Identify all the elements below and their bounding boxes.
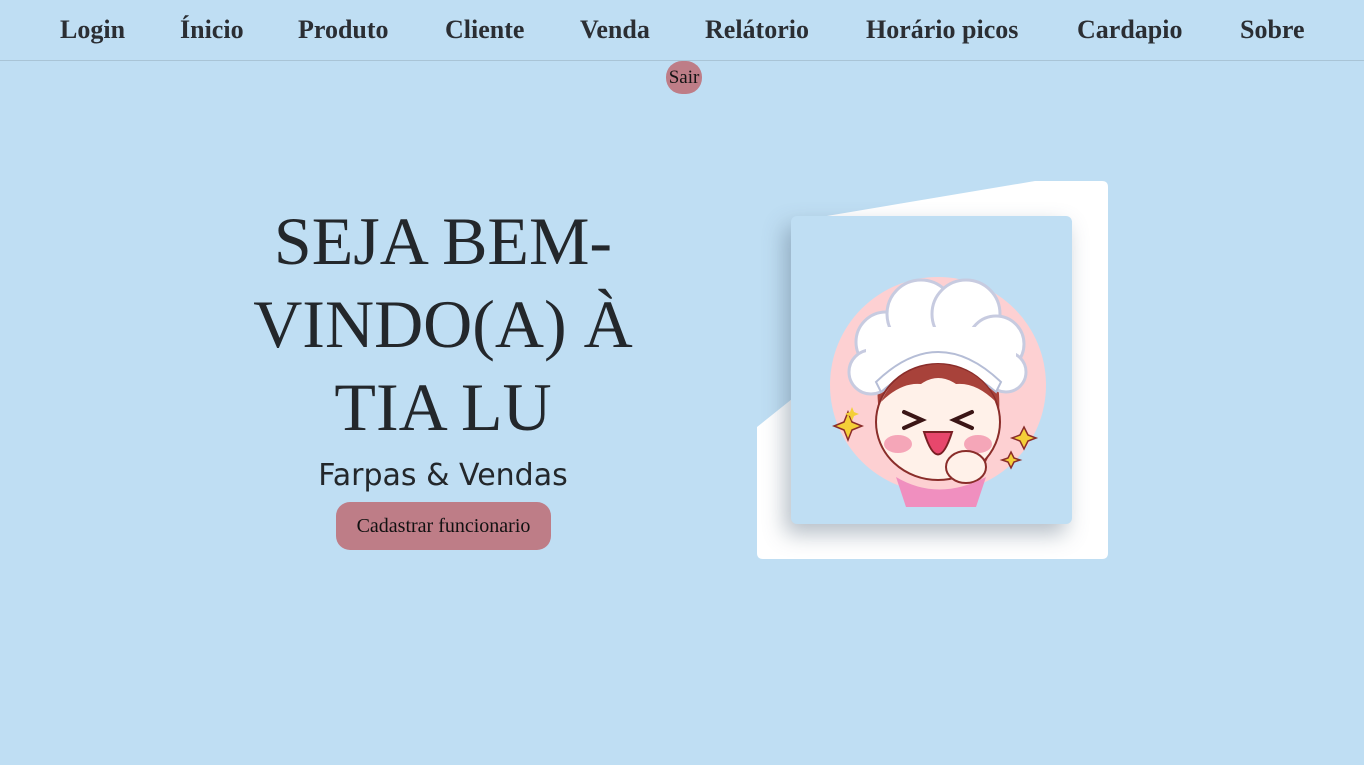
chef-mascot-icon [830,277,1046,507]
nav-login[interactable]: Login [60,14,125,46]
nav-cardapio[interactable]: Cardapio [1077,14,1182,46]
register-employee-button[interactable]: Cadastrar funcionario [336,502,551,550]
nav-cliente[interactable]: Cliente [445,14,524,46]
logout-button[interactable]: Sair [666,61,702,94]
nav-inicio[interactable]: Ínicio [180,14,244,46]
hero-subtitle: Farpas & Vendas [318,458,568,493]
nav-sobre[interactable]: Sobre [1240,14,1305,46]
nav-relatorio[interactable]: Relátorio [705,14,809,46]
welcome-title: SEJA BEM-VINDO(A) À TIA LU [253,203,633,445]
nav-horario-picos[interactable]: Horário picos [866,14,1018,46]
nav-venda[interactable]: Venda [580,14,650,46]
top-navigation: Login Ínicio Produto Cliente Venda Relát… [0,0,1364,61]
nav-produto[interactable]: Produto [298,14,389,46]
